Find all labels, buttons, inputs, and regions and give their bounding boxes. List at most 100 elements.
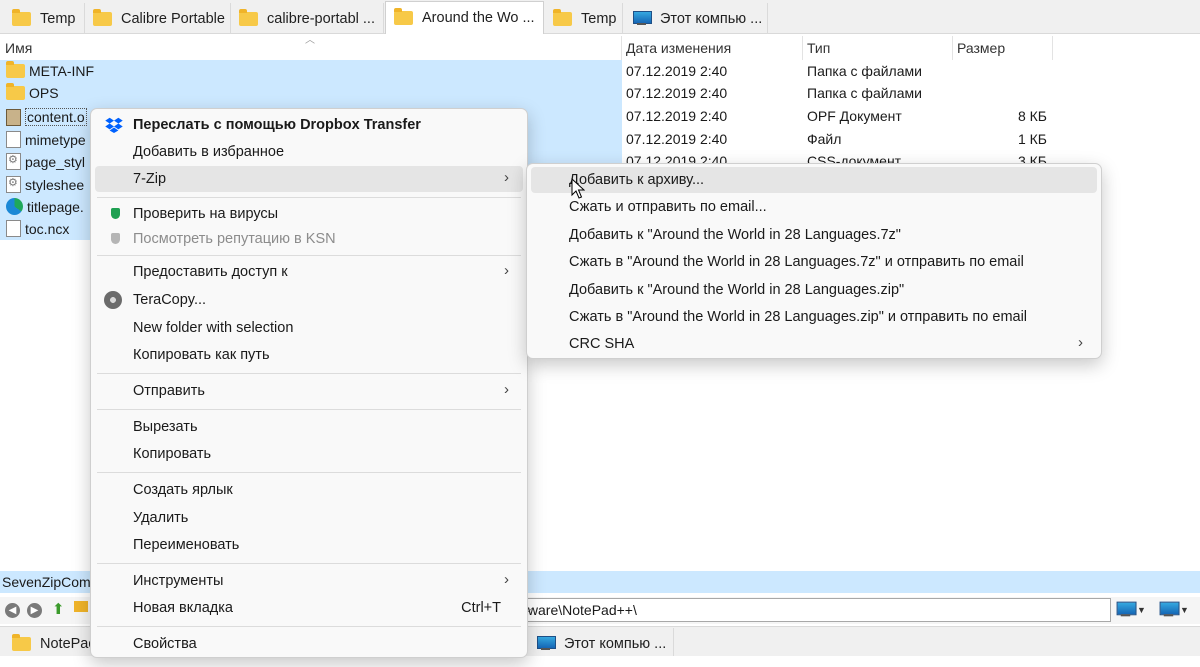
menu-item-copy[interactable]: Копировать [95, 441, 523, 467]
css-file-icon [6, 176, 21, 193]
column-divider[interactable] [952, 36, 953, 60]
file-type: Папка с файлами [807, 85, 922, 101]
menu-item-label: Переслать с помощью Dropbox Transfer [133, 117, 421, 133]
menu-item-label: Добавить к "Around the World in 28 Langu… [569, 282, 905, 298]
chevron-right-icon: › [504, 381, 509, 398]
dropbox-icon [105, 117, 123, 133]
menu-item-label: Копировать как путь [133, 347, 270, 363]
menu-item-new-folder-with-selection[interactable]: New folder with selection [95, 315, 523, 341]
column-header-size[interactable]: Размер [957, 40, 1005, 56]
column-header-name[interactable]: Имя [5, 40, 32, 56]
tab-this-computer[interactable]: Этот компью ... [624, 3, 768, 34]
tab-calibre-portable-sub[interactable]: calibre-portabl ... [231, 3, 384, 34]
menu-item-label: Сжать в "Around the World in 28 Language… [569, 254, 1024, 270]
menu-item-label: 7-Zip [133, 171, 167, 187]
submenu-item-add-to-archive[interactable]: Добавить к архиву... [531, 167, 1097, 193]
pane-title-text: SevenZipCom [2, 574, 91, 590]
address-bar[interactable]: tware\NotePad++\ ⌵ [521, 598, 1111, 622]
chevron-down-icon[interactable]: ⌵ [524, 601, 1106, 616]
tab-label: Этот компью ... [564, 635, 667, 652]
tab-temp[interactable]: Temp [4, 3, 85, 34]
mouse-cursor-icon [571, 178, 585, 199]
tab-temp-2[interactable]: Temp [545, 3, 623, 34]
file-type: OPF Документ [807, 108, 902, 124]
view-button[interactable]: ▼ [1116, 601, 1146, 618]
file-size: 8 КБ [1017, 108, 1047, 124]
file-name: styleshee [25, 176, 85, 193]
monitor-icon [1116, 601, 1137, 618]
menu-item-delete[interactable]: Удалить [95, 505, 523, 531]
tab-calibre-portable[interactable]: Calibre Portable [85, 3, 231, 34]
top-tab-bar: Temp Calibre Portable calibre-portabl ..… [0, 0, 1200, 34]
folder-icon [93, 8, 112, 26]
tab-label: Temp [581, 10, 617, 27]
column-headers: Имя Дата изменения Тип Размер [0, 36, 1200, 60]
tab-label: Around the Wo ... [422, 10, 535, 26]
monitor-icon [1159, 601, 1180, 618]
column-divider[interactable] [1052, 36, 1053, 60]
file-row[interactable]: META-INF 07.12.2019 2:40 Папка с файлами [0, 60, 1200, 82]
tab-around-the-world[interactable]: Around the Wo ... [385, 1, 544, 34]
tab-this-computer-2[interactable]: Этот компью ... [528, 628, 674, 659]
tab-notepad[interactable]: NotePad [4, 628, 104, 659]
submenu-item-crc-sha[interactable]: CRC SHA › [531, 331, 1097, 357]
folder-icon [553, 8, 572, 26]
menu-item-label: Новая вкладка [133, 600, 233, 616]
new-folder-icon[interactable] [74, 601, 88, 612]
column-header-type[interactable]: Тип [807, 40, 830, 56]
file-size: 1 КБ [1017, 131, 1047, 147]
folder-icon [6, 83, 25, 100]
column-header-date[interactable]: Дата изменения [626, 40, 731, 56]
dropdown-arrow-icon: ▼ [1180, 604, 1189, 615]
menu-item-label: Добавить к архиву... [569, 172, 705, 188]
forward-icon[interactable]: ▶ [27, 603, 42, 618]
chevron-right-icon: › [1078, 334, 1083, 351]
chevron-right-icon: › [504, 169, 509, 186]
menu-item-properties[interactable]: Свойства [95, 631, 523, 657]
menu-item-label: Свойства [133, 636, 197, 652]
menu-item-create-shortcut[interactable]: Создать ярлык [95, 477, 523, 503]
submenu-item-add-to-zip[interactable]: Добавить к "Around the World in 28 Langu… [531, 277, 1097, 303]
menu-item-add-to-favorites[interactable]: Добавить в избранное [95, 139, 523, 165]
file-name: page_styl [25, 153, 85, 170]
menu-item-rename[interactable]: Переименовать [95, 532, 523, 558]
file-row[interactable]: OPS 07.12.2019 2:40 Папка с файлами [0, 82, 1200, 104]
back-icon[interactable]: ◀ [5, 603, 20, 618]
menu-item-dropbox-transfer[interactable]: Переслать с помощью Dropbox Transfer [95, 112, 523, 138]
submenu-item-add-to-7z[interactable]: Добавить к "Around the World in 28 Langu… [531, 222, 1097, 248]
7zip-submenu: Добавить к архиву... Сжать и отправить п… [526, 163, 1102, 359]
menu-item-label: Переименовать [133, 537, 240, 553]
menu-item-copy-as-path[interactable]: Копировать как путь [95, 342, 523, 368]
menu-item-label: New folder with selection [133, 320, 294, 336]
menu-item-cut[interactable]: Вырезать [95, 414, 523, 440]
menu-item-send-to[interactable]: Отправить › [95, 378, 523, 404]
tab-label: calibre-portabl ... [267, 10, 375, 27]
file-date: 07.12.2019 2:40 [626, 85, 728, 101]
file-date: 07.12.2019 2:40 [626, 108, 728, 124]
column-divider[interactable] [621, 36, 622, 60]
submenu-item-compress-zip-email[interactable]: Сжать в "Around the World in 28 Language… [531, 304, 1097, 330]
kaspersky-shield-icon [111, 208, 120, 219]
up-folder-icon[interactable]: ⬆ [52, 600, 65, 618]
menu-item-scan-viruses[interactable]: Проверить на вирусы [95, 201, 523, 227]
file-name: META-INF [29, 63, 95, 79]
folder-icon [239, 8, 258, 26]
submenu-item-compress-email[interactable]: Сжать и отправить по email... [531, 194, 1097, 220]
menu-item-label: Добавить в избранное [133, 144, 285, 160]
menu-separator [97, 255, 521, 256]
file-name: toc.ncx [25, 220, 70, 237]
menu-item-label: Посмотреть репутацию в KSN [133, 231, 336, 247]
file-date: 07.12.2019 2:40 [626, 131, 728, 147]
column-divider[interactable] [802, 36, 803, 60]
menu-item-teracopy[interactable]: TeraCopy... [95, 287, 523, 313]
menu-item-7zip[interactable]: 7-Zip › [95, 166, 523, 192]
view-button-2[interactable]: ▼ [1159, 601, 1189, 618]
menu-item-label: Предоставить доступ к [133, 264, 288, 280]
file-icon [6, 131, 21, 148]
submenu-item-compress-7z-email[interactable]: Сжать в "Around the World in 28 Language… [531, 249, 1097, 275]
menu-item-new-tab[interactable]: Новая вкладка Ctrl+T [95, 595, 523, 621]
file-name: OPS [29, 85, 59, 101]
menu-item-give-access[interactable]: Предоставить доступ к › [95, 259, 523, 285]
menu-item-tools[interactable]: Инструменты › [95, 568, 523, 594]
menu-item-label: Добавить к "Around the World in 28 Langu… [569, 227, 901, 243]
